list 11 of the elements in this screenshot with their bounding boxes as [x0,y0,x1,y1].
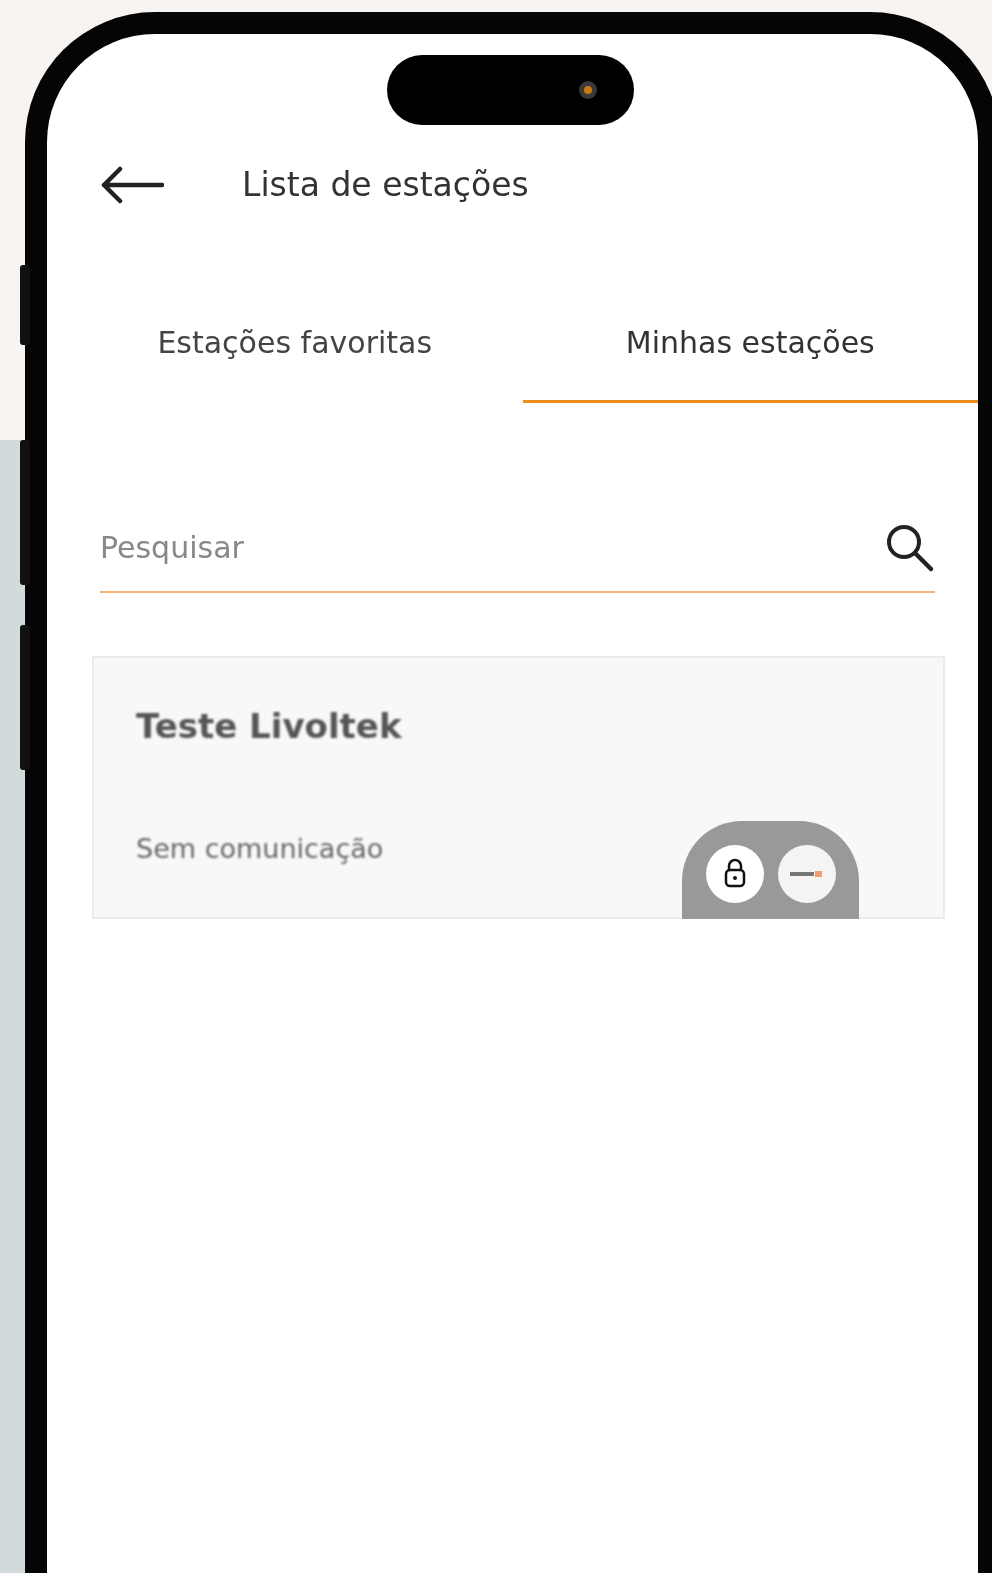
search-field[interactable]: Pesquisar [100,529,883,565]
tab[interactable]: Minhas estações [522,283,978,403]
station-name: Teste Livoltek [136,705,402,748]
brand-logo-icon [776,844,837,904]
camera-icon [578,80,598,100]
station-card[interactable]: Teste Livoltek Sem comunicação [92,656,945,919]
tab[interactable]: Estações favoritas [67,283,523,403]
screen-title: Lista de estações [242,164,529,206]
lock-icon [704,844,765,904]
back-arrow-icon[interactable] [100,165,164,205]
station-status: Sem comunicação [136,832,384,866]
